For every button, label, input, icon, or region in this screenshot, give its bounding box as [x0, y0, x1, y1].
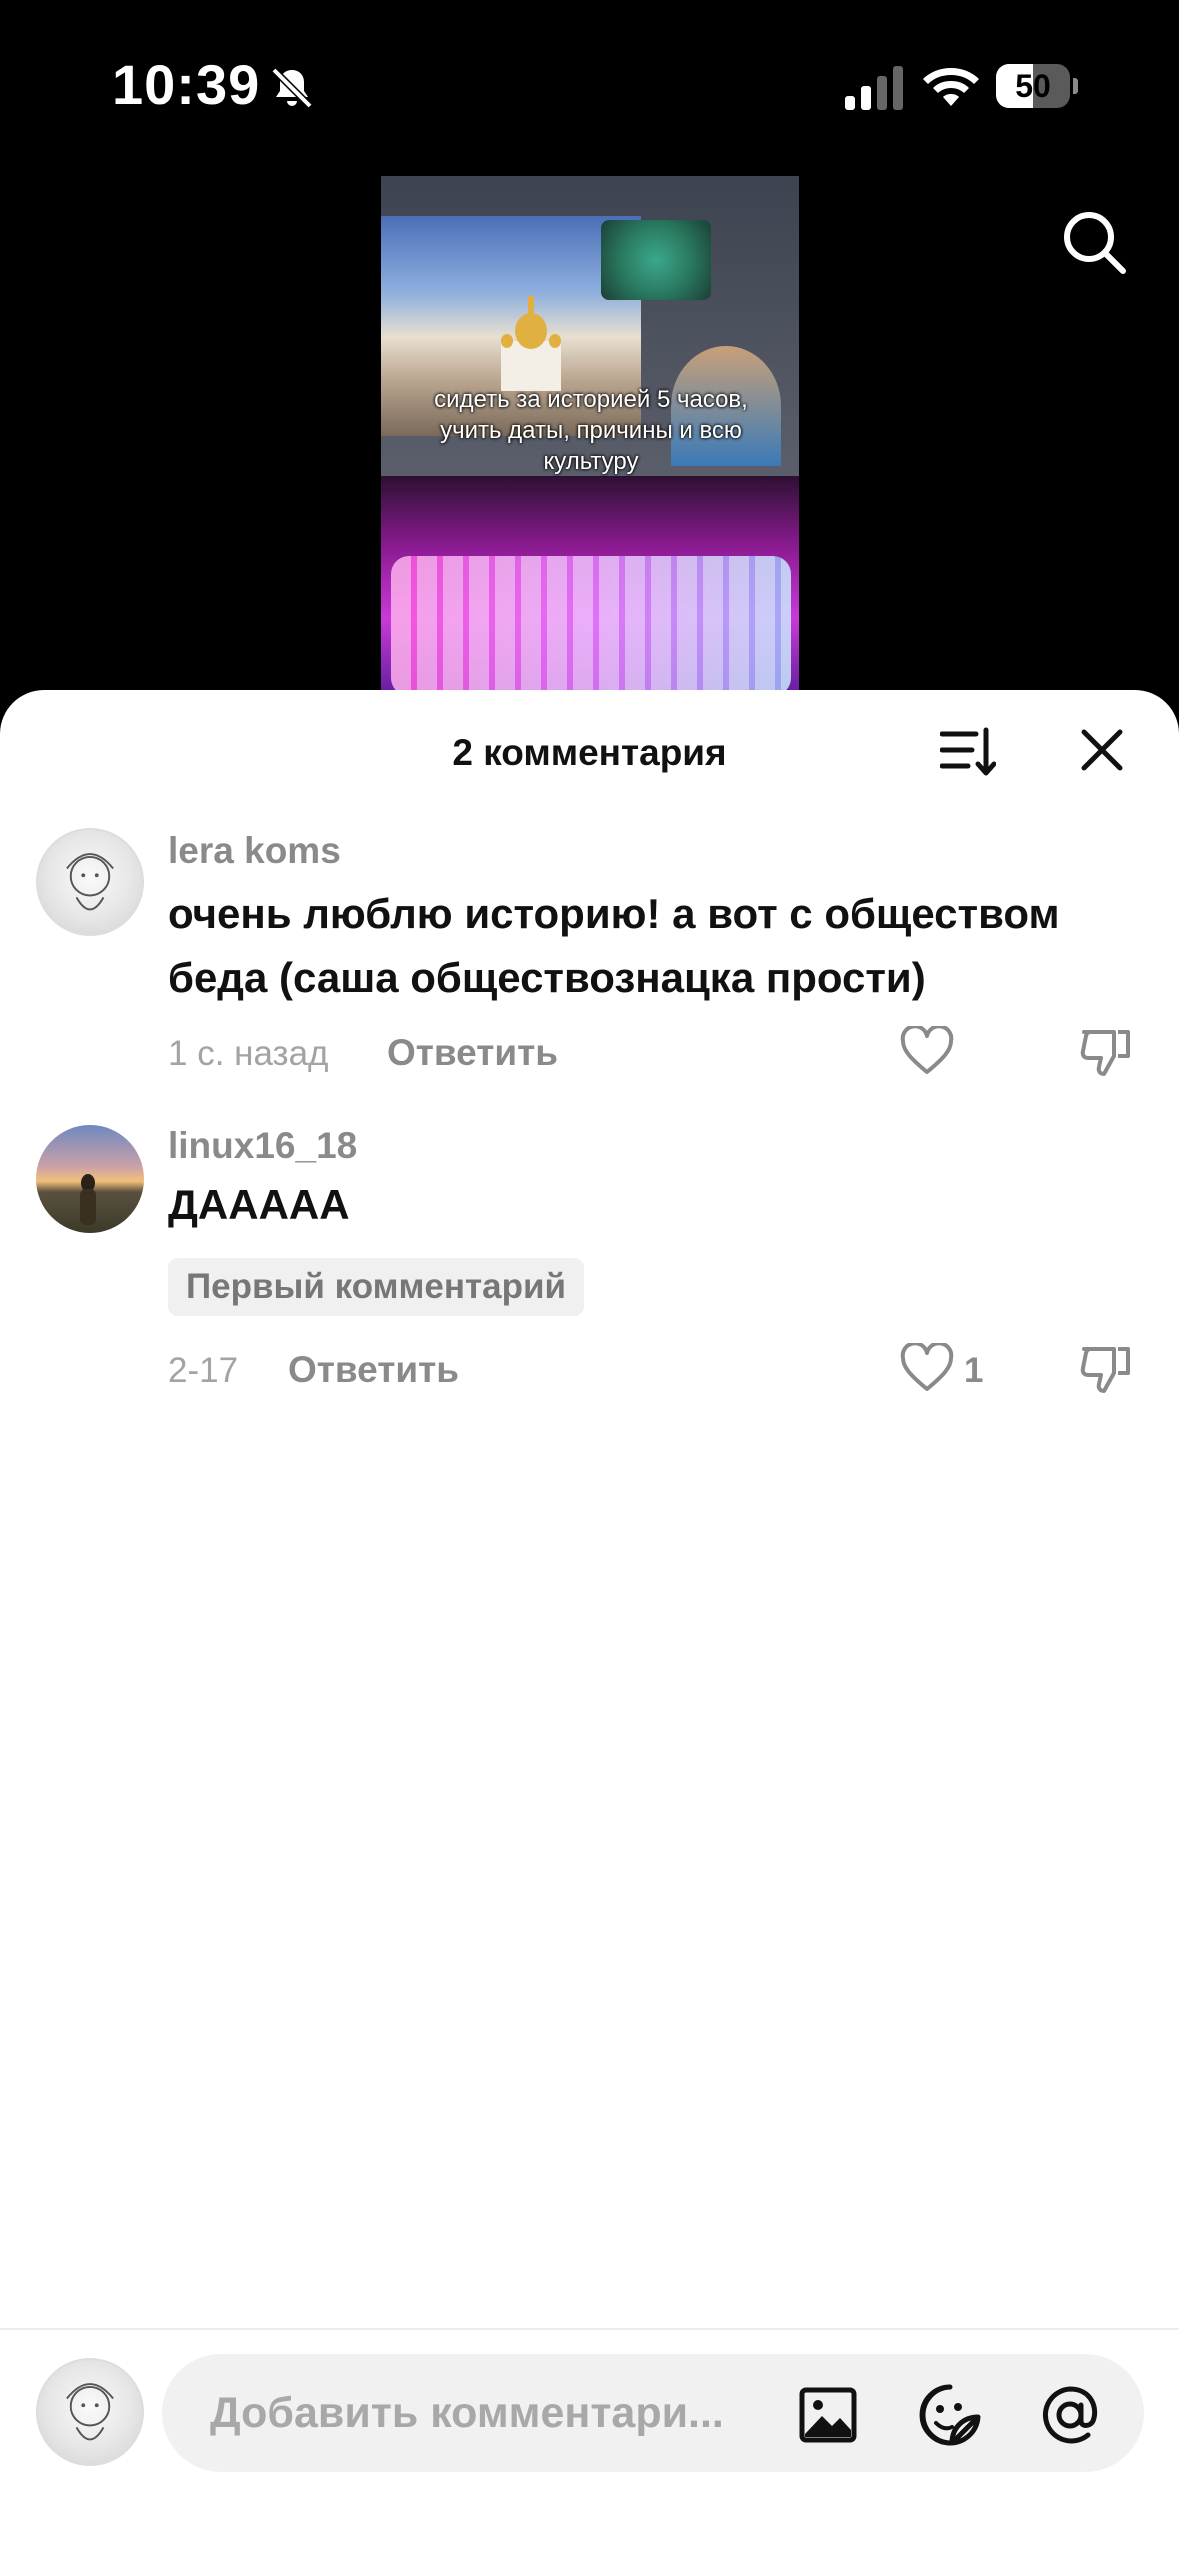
- thumbs-down-icon[interactable]: [1078, 1343, 1132, 1395]
- comments-count-title: 2 комментария: [452, 732, 727, 773]
- comment-time: 1 с. назад: [168, 1034, 329, 1073]
- sort-icon[interactable]: [940, 726, 996, 778]
- like-count: 1: [964, 1351, 984, 1390]
- avatar[interactable]: [36, 1125, 144, 1233]
- battery-icon: 50: [996, 64, 1078, 108]
- cathedral-shape: [501, 296, 561, 391]
- bell-slash-icon: [271, 67, 313, 109]
- avatar-sketch-drawing: [66, 2383, 114, 2441]
- heart-icon[interactable]: [900, 1343, 954, 1393]
- reply-button[interactable]: Ответить: [288, 1349, 459, 1391]
- comment-input-bar: [0, 2328, 1179, 2556]
- battery-level: 50: [1015, 68, 1051, 104]
- thumbs-down-icon[interactable]: [1078, 1026, 1132, 1078]
- heart-icon[interactable]: [900, 1026, 954, 1076]
- comment-text: очень люблю историю! а вот с обществом б…: [168, 890, 1060, 1001]
- wifi-icon: [923, 68, 979, 106]
- comment-username[interactable]: linux16_18: [168, 1125, 357, 1167]
- cellular-signal-icon: [845, 66, 903, 110]
- first-comment-badge: Первый комментарий: [168, 1258, 585, 1316]
- avatar[interactable]: [36, 828, 144, 936]
- avatar-silhouette: [80, 1174, 96, 1225]
- image-icon[interactable]: [798, 2386, 858, 2444]
- status-time: 10:39: [112, 53, 261, 116]
- search-icon[interactable]: [1060, 208, 1128, 276]
- video-caption: сидеть за историей 5 часов, учить даты, …: [434, 386, 748, 475]
- reply-button[interactable]: Ответить: [387, 1032, 558, 1074]
- comment-text: ДААААА: [168, 1181, 350, 1228]
- comment-input[interactable]: [210, 2354, 830, 2472]
- comments-sheet: 2 комментария lera koms очень люблю исто…: [0, 690, 1179, 2556]
- sticker-emoji-icon[interactable]: [918, 2383, 982, 2447]
- avatar[interactable]: [36, 2358, 144, 2466]
- avatar-sketch-drawing: [66, 853, 114, 911]
- status-bar: 10:39 50: [0, 0, 1179, 160]
- comment-time: 2-17: [168, 1351, 239, 1390]
- video-preview[interactable]: сидеть за историей 5 часов, учить даты, …: [381, 176, 799, 690]
- comment-input-pill: [162, 2354, 1144, 2472]
- map-inset: [601, 220, 711, 300]
- mention-icon[interactable]: [1038, 2383, 1102, 2447]
- keyboard-image: [391, 556, 791, 690]
- close-icon[interactable]: [1080, 728, 1124, 772]
- comment-username[interactable]: lera koms: [168, 830, 341, 872]
